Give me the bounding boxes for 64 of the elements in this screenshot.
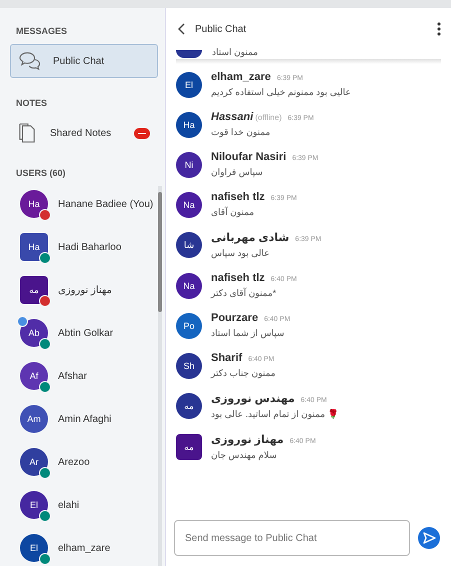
sender-name: مهناز نوروزی — [211, 433, 284, 446]
message-text: سپاس از شما استاد — [211, 328, 286, 339]
user-avatar: مه — [176, 393, 202, 419]
sender-name: nafiseh tlz — [211, 191, 265, 203]
message-text: 🌹 ممنون از تمام اساتید. عالی بود — [211, 409, 339, 420]
sender-name: elham_zare — [211, 71, 271, 83]
user-list-item[interactable]: Ar Arezoo — [20, 448, 154, 476]
shared-notes-item[interactable]: Shared Notes — [10, 116, 158, 150]
message-text: ممنون استاد — [212, 47, 258, 58]
user-list-item[interactable]: Ha Hanane Badiee (You) — [20, 190, 154, 218]
more-options-icon[interactable] — [437, 22, 441, 36]
sender-name: شادی مهربانی — [211, 231, 290, 244]
user-list-item[interactable]: El elahi — [20, 491, 154, 519]
chevron-left-icon — [178, 23, 186, 35]
document-icon — [18, 122, 36, 144]
user-avatar: El — [176, 72, 202, 98]
public-chat-item[interactable]: Public Chat — [10, 44, 158, 78]
user-list-item[interactable]: مه مهناز نوروزی — [20, 276, 154, 304]
user-avatar: Na — [176, 192, 202, 218]
message-text: ممنون خدا قوت — [211, 127, 272, 138]
user-avatar: Sh — [176, 352, 202, 378]
user-list-item[interactable]: El elham_zare — [20, 534, 154, 562]
message-text: عالی بود سپاس — [211, 248, 271, 259]
user-avatar: El — [20, 534, 48, 562]
user-avatar: Am — [20, 405, 48, 433]
user-avatar: Ni — [176, 152, 202, 178]
section-heading: NOTES — [16, 98, 48, 108]
message-text: ممنون جناب دکتر — [211, 368, 276, 379]
sender-name: Pourzare — [211, 312, 258, 324]
send-icon — [422, 531, 436, 545]
user-list-item[interactable]: Am Amin Afaghi — [20, 405, 154, 433]
sender-name: Niloufar Nasiri — [211, 151, 286, 163]
user-avatar: Af — [20, 362, 48, 390]
user-avatar: Ha — [176, 112, 202, 138]
user-avatar: Na — [176, 272, 202, 298]
back-button[interactable]: Public Chat — [178, 23, 246, 35]
user-avatar: Ar — [20, 448, 48, 476]
user-avatar: Ha — [20, 190, 48, 218]
user-avatar: مه — [20, 276, 48, 304]
message-text: سپاس فراوان — [211, 167, 264, 178]
sender-name: Hassani — [211, 111, 254, 123]
sender-name: nafiseh tlz — [211, 272, 265, 284]
sender-name: Sharif — [211, 352, 242, 364]
chat-bubbles-icon — [19, 51, 41, 71]
offline-label: (offline) — [255, 113, 282, 122]
message-text: سلام مهندس جان — [211, 450, 278, 461]
message-text: ممنون آقای — [211, 207, 256, 218]
user-avatar: مه — [176, 434, 202, 460]
user-avatar: Po — [176, 312, 202, 338]
section-heading: USERS (60) — [16, 168, 67, 178]
user-list-item[interactable]: Ab Abtin Golkar — [20, 319, 154, 347]
user-avatar — [176, 50, 202, 58]
message-text: عالیی بود ممنونم خیلی استفاده کردیم — [211, 87, 351, 98]
user-avatar: Ab — [20, 319, 48, 347]
user-avatar: Ha — [20, 233, 48, 261]
message-input[interactable]: Send message to Public Chat — [174, 520, 410, 556]
section-heading: MESSAGES — [16, 26, 68, 36]
user-avatar: El — [20, 491, 48, 519]
user-list-item[interactable]: Ha Hadi Baharloo — [20, 233, 154, 261]
user-avatar: شا — [176, 232, 202, 258]
send-button[interactable] — [418, 527, 440, 549]
user-list-item[interactable]: Af Afshar — [20, 362, 154, 390]
message-text: *ممنون آقای دکتر — [211, 288, 278, 299]
sender-name: مهندس نوروزی — [211, 392, 295, 405]
